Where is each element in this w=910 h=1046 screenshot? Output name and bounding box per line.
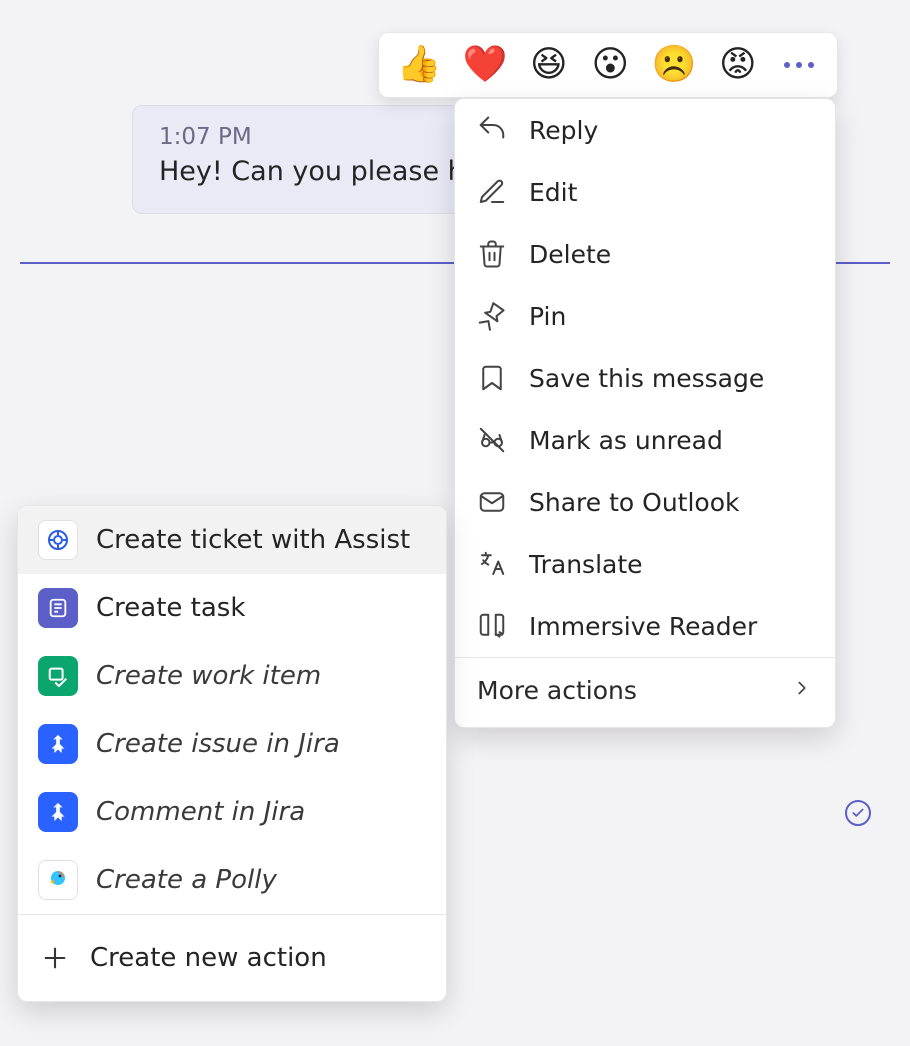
menu-item-label: Mark as unread	[529, 426, 723, 455]
menu-item-label: Translate	[529, 550, 643, 579]
action-label: Create ticket with Assist	[96, 525, 410, 555]
menu-item-delete[interactable]: Delete	[455, 223, 835, 285]
action-label: Create issue in Jira	[96, 729, 340, 759]
reaction-surprised[interactable]: 😮	[591, 43, 631, 87]
reaction-more-button[interactable]	[780, 43, 820, 87]
action-label: Comment in Jira	[96, 797, 305, 827]
menu-item-save[interactable]: Save this message	[455, 347, 835, 409]
action-label: Create a Polly	[96, 865, 277, 895]
reaction-angry[interactable]: 😡	[718, 43, 758, 87]
menu-item-label: Edit	[529, 178, 577, 207]
action-label: Create task	[96, 593, 245, 623]
menu-item-label: Immersive Reader	[529, 612, 757, 641]
menu-item-edit[interactable]: Edit	[455, 161, 835, 223]
action-create-issue-jira[interactable]: Create issue in Jira	[18, 710, 446, 778]
action-create-ticket-assist[interactable]: Create ticket with Assist	[18, 506, 446, 574]
reaction-heart[interactable]: ❤️	[463, 43, 507, 87]
sent-status-icon	[845, 800, 871, 826]
reaction-laugh[interactable]: 😆	[529, 43, 569, 87]
menu-item-pin[interactable]: Pin	[455, 285, 835, 347]
action-label: Create new action	[90, 943, 327, 973]
menu-item-more-actions[interactable]: More actions	[455, 657, 835, 727]
reader-icon	[477, 611, 507, 641]
menu-item-label: More actions	[477, 676, 637, 705]
pin-icon	[477, 301, 507, 331]
menu-item-reply[interactable]: Reply	[455, 99, 835, 161]
action-label: Create work item	[96, 661, 321, 691]
menu-item-label: Save this message	[529, 364, 764, 393]
menu-item-translate[interactable]: Translate	[455, 533, 835, 595]
mail-icon	[477, 487, 507, 517]
trash-icon	[477, 239, 507, 269]
edit-icon	[477, 177, 507, 207]
more-actions-submenu: Create ticket with Assist Create task Cr…	[17, 505, 447, 1002]
reply-icon	[477, 115, 507, 145]
message-context-menu: Reply Edit Delete Pin Save this message	[454, 98, 836, 728]
action-create-work-item[interactable]: Create work item	[18, 642, 446, 710]
reaction-like[interactable]: 👍	[397, 43, 441, 87]
menu-item-label: Pin	[529, 302, 566, 331]
tasks-app-icon	[38, 588, 78, 628]
action-create-new[interactable]: Create new action	[18, 915, 446, 1001]
menu-item-share-outlook[interactable]: Share to Outlook	[455, 471, 835, 533]
chevron-right-icon	[791, 676, 813, 705]
reaction-sad[interactable]: ☹️	[652, 43, 696, 87]
jira-app-icon	[38, 792, 78, 832]
plus-icon	[38, 941, 72, 975]
action-create-polly[interactable]: Create a Polly	[18, 846, 446, 914]
menu-item-mark-unread[interactable]: Mark as unread	[455, 409, 835, 471]
menu-item-label: Share to Outlook	[529, 488, 739, 517]
action-comment-jira[interactable]: Comment in Jira	[18, 778, 446, 846]
reaction-toolbar: 👍 ❤️ 😆 😮 ☹️ 😡	[378, 32, 838, 98]
translate-icon	[477, 549, 507, 579]
menu-item-label: Delete	[529, 240, 611, 269]
polly-app-icon	[38, 860, 78, 900]
glasses-off-icon	[477, 425, 507, 455]
assist-app-icon	[38, 520, 78, 560]
menu-item-immersive-reader[interactable]: Immersive Reader	[455, 595, 835, 657]
bookmark-icon	[477, 363, 507, 393]
jira-app-icon	[38, 724, 78, 764]
action-create-task[interactable]: Create task	[18, 574, 446, 642]
azure-boards-app-icon	[38, 656, 78, 696]
menu-item-label: Reply	[529, 116, 598, 145]
